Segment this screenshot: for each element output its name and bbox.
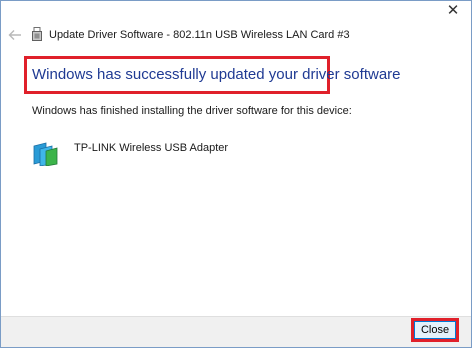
window-close-icon[interactable]: ✕ <box>443 3 463 19</box>
device-name: TP-LINK Wireless USB Adapter <box>74 142 229 154</box>
dialog-footer <box>1 316 471 347</box>
success-headline: Windows has successfully updated your dr… <box>32 66 401 83</box>
network-adapter-icon <box>33 142 58 166</box>
install-finished-text: Windows has finished installing the driv… <box>32 105 352 117</box>
close-button[interactable]: Close <box>414 321 456 339</box>
update-driver-dialog: ✕ Update Driver Software - 802.11n USB W… <box>0 0 472 348</box>
usb-device-icon <box>32 27 42 41</box>
back-arrow-icon[interactable] <box>7 27 23 43</box>
window-title: Update Driver Software - 802.11n USB Wir… <box>49 29 350 41</box>
wizard-header: Update Driver Software - 802.11n USB Wir… <box>1 23 471 49</box>
